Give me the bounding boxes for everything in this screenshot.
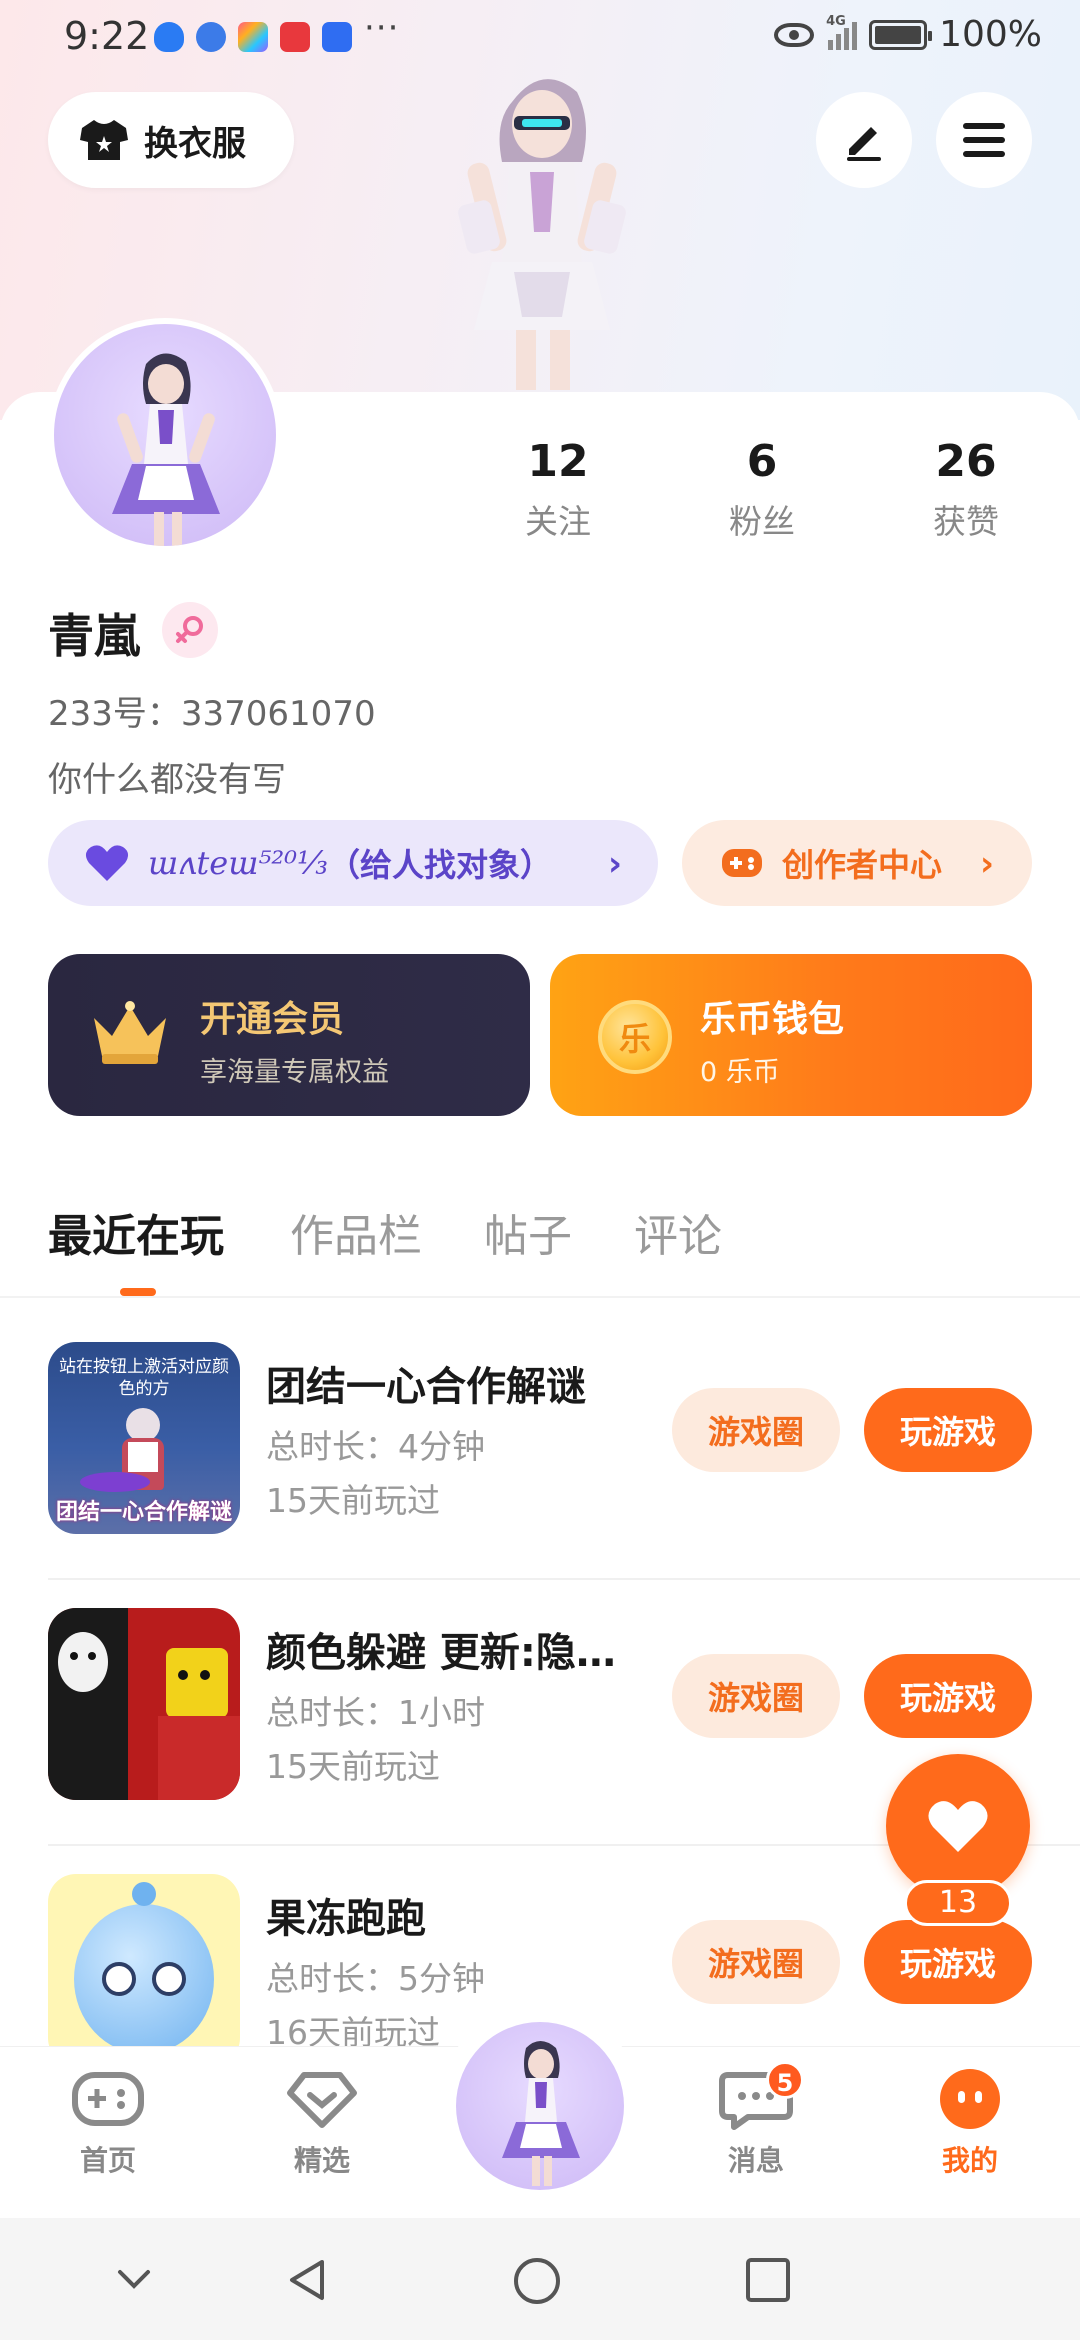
play-duration: 总时长：4分钟 (266, 1427, 485, 1466)
stat-following[interactable]: 12 关注 (478, 436, 638, 543)
colorful-app-icon (238, 22, 268, 52)
notification-icons (154, 22, 352, 52)
username: 青嵐 (48, 609, 140, 663)
status-time: 9:22 (64, 14, 150, 58)
tab-recently-played[interactable]: 最近在玩 (48, 1200, 224, 1264)
last-played: 15天前玩过 (266, 1747, 440, 1786)
more-notifications-icon: ··· (364, 8, 400, 48)
pencil-icon (847, 127, 881, 161)
eye-comfort-icon (774, 22, 815, 47)
game-title: 果冻跑跑 (266, 1896, 426, 1942)
like-float-button[interactable] (886, 1754, 1030, 1898)
stat-likes[interactable]: 26 获赞 (886, 436, 1046, 543)
change-outfit-button[interactable]: 换衣服 (48, 92, 294, 188)
user-id: 233号：337061070 (48, 694, 376, 734)
back-icon[interactable] (284, 2256, 332, 2304)
active-tab-indicator (120, 1288, 156, 1296)
edit-profile-button[interactable] (816, 92, 912, 188)
profile-avatar[interactable] (48, 318, 282, 552)
signal-icon: 4G (826, 14, 858, 50)
browser-app-icon (196, 22, 226, 52)
play-game-button[interactable]: 玩游戏 (864, 1920, 1032, 2004)
play-duration: 总时长：5分钟 (266, 1959, 485, 1998)
game-title: 团结一心合作解谜 (266, 1364, 586, 1410)
nav-messages[interactable]: 5 消息 (696, 2061, 816, 2179)
nav-home[interactable]: 首页 (48, 2067, 168, 2179)
hide-keyboard-chevron-icon[interactable] (112, 2256, 156, 2300)
avatar-figure (112, 353, 220, 546)
last-played: 15天前玩过 (266, 1481, 440, 1520)
play-game-button[interactable]: 玩游戏 (864, 1388, 1032, 1472)
recents-icon[interactable] (744, 2256, 792, 2304)
game-title: 颜色躲避 更新:隐… (266, 1630, 616, 1676)
gamepad-icon (722, 849, 762, 877)
unread-badge: 5 (766, 2061, 804, 2099)
shirt-icon (80, 120, 128, 160)
creator-center-button[interactable]: 创作者中心 › (682, 820, 1032, 906)
gamepad-icon (72, 2072, 144, 2126)
tab-posts[interactable]: 帖子 (484, 1200, 572, 1264)
game-circle-button[interactable]: 游戏圈 (672, 1654, 840, 1738)
game-thumbnail: 站在按钮上激活对应颜色的方 团结一心合作解谜 (48, 1342, 240, 1534)
play-game-button[interactable]: 玩游戏 (864, 1654, 1032, 1738)
coin-wallet-card[interactable]: 乐 乐币钱包 0 乐币 (550, 954, 1032, 1116)
chevron-right-icon: › (607, 844, 622, 884)
game-thumbnail (48, 1874, 240, 2066)
tab-comments[interactable]: 评论 (634, 1200, 722, 1264)
profile-tabs: 最近在玩 作品栏 帖子 评论 (0, 1200, 1080, 1300)
avatar-figure (502, 2041, 580, 2186)
status-right: 4G 100% (774, 14, 1042, 55)
find-partner-pill[interactable]: ɯʌteɯ⁵²⁰¹⁄₃ （给人找对象） › (48, 820, 658, 906)
avatar-character-figure[interactable] (432, 62, 652, 392)
battery-icon (869, 19, 933, 50)
shield-app-icon (154, 22, 184, 52)
bulb-app-icon (322, 22, 352, 52)
system-navigation-bar (0, 2218, 1080, 2340)
menu-icon (963, 123, 1005, 157)
like-count-badge: 13 (904, 1880, 1012, 1926)
list-item[interactable]: 站在按钮上激活对应颜色的方 团结一心合作解谜 团结一心合作解谜 总时长：4分钟 … (0, 1314, 1080, 1580)
user-bio: 你什么都没有写 (48, 760, 286, 800)
female-gender-icon (162, 602, 218, 658)
heart-diamond-icon (287, 2072, 357, 2128)
battery-percent: 100% (939, 14, 1042, 55)
face-icon (940, 2069, 1000, 2129)
home-icon[interactable] (512, 2256, 562, 2306)
chevron-right-icon: › (979, 844, 994, 884)
tab-works[interactable]: 作品栏 (290, 1200, 422, 1264)
divider (0, 1296, 1080, 1298)
play-duration: 总时长：1小时 (266, 1693, 485, 1732)
heart-icon (928, 1801, 988, 1852)
nav-avatar-button[interactable] (456, 2022, 624, 2190)
game-circle-button[interactable]: 游戏圈 (672, 1920, 840, 2004)
menu-button[interactable] (936, 92, 1032, 188)
heart-icon (85, 845, 129, 881)
game-circle-button[interactable]: 游戏圈 (672, 1388, 840, 1472)
game-thumbnail (48, 1608, 240, 1800)
coin-icon: 乐 (598, 1000, 672, 1074)
red-book-app-icon (280, 22, 310, 52)
stat-followers[interactable]: 6 粉丝 (682, 436, 842, 543)
nav-featured[interactable]: 精选 (262, 2067, 382, 2179)
nav-mine[interactable]: 我的 (910, 2067, 1030, 2179)
crown-icon (94, 1001, 166, 1064)
vip-membership-card[interactable]: 开通会员 享海量专属权益 (48, 954, 530, 1116)
